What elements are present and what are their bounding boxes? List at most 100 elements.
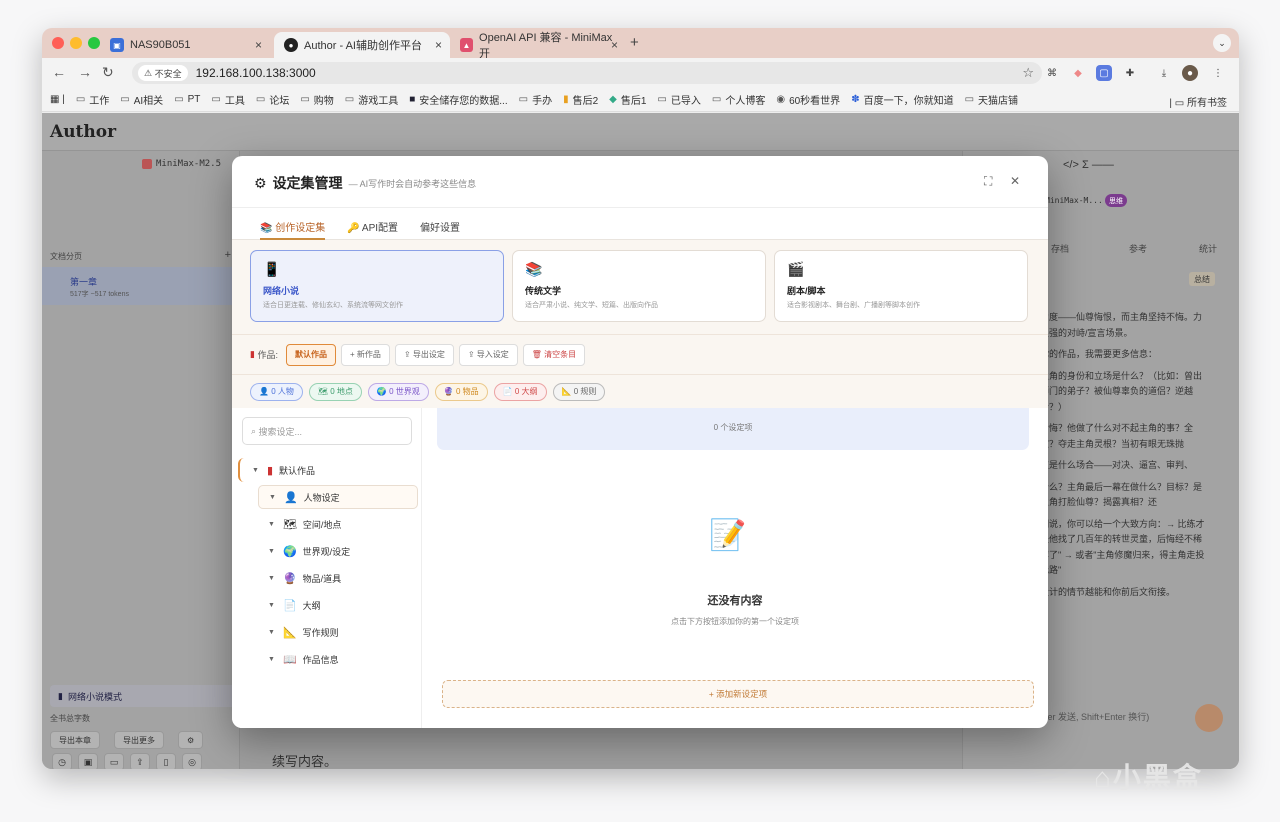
- chapter-item[interactable]: 第一章 517字 ~517 tokens: [42, 267, 240, 305]
- export-chapter-button[interactable]: 导出本章: [50, 731, 100, 749]
- summary-button[interactable]: 总结: [1189, 272, 1215, 286]
- import-settings-button[interactable]: ⇪ 导入设定: [458, 343, 518, 366]
- send-button[interactable]: [1195, 704, 1223, 732]
- add-page-button[interactable]: +: [225, 249, 231, 261]
- puzzle-icon[interactable]: ✚: [1122, 65, 1138, 81]
- minimize-window-button[interactable]: [70, 37, 82, 49]
- bookmark-label: 已导入: [670, 96, 701, 107]
- bookmark-item[interactable]: ◆ 售后1: [609, 92, 646, 107]
- nas-icon: ▣: [110, 38, 124, 52]
- export-more-button[interactable]: 导出更多: [114, 731, 164, 749]
- chip-rules[interactable]: 📐 0 规则: [552, 382, 606, 401]
- history-icon[interactable]: ◷: [52, 753, 72, 769]
- thinking-badge[interactable]: 思维: [1105, 194, 1127, 207]
- github-icon[interactable]: ◎: [182, 753, 202, 769]
- more-menu-icon[interactable]: ⋮: [1210, 65, 1226, 81]
- bookmark-item[interactable]: ▭ 已导入: [657, 92, 700, 107]
- genre-script[interactable]: 🎬 剧本/脚本 适合影视剧本、舞台剧、广播剧等脚本创作: [774, 250, 1028, 322]
- add-setting-button[interactable]: + 添加新设定项: [442, 680, 1034, 708]
- tab-preferences[interactable]: 偏好设置: [420, 208, 460, 240]
- book-icon[interactable]: ▯: [156, 753, 176, 769]
- back-icon[interactable]: ←: [52, 64, 66, 80]
- chat-input-placeholder[interactable]: nter 发送, Shift+Enter 换行): [1040, 710, 1149, 723]
- bookmark-item[interactable]: ▭ 个人博客: [712, 92, 765, 107]
- bookmark-item[interactable]: ▭ 工作: [76, 92, 109, 107]
- phone-icon: ▮: [58, 690, 68, 701]
- close-tab-icon[interactable]: ×: [435, 38, 442, 52]
- chip-worldview[interactable]: 🌍 0 世界观: [367, 382, 429, 401]
- bookmark-item[interactable]: ▮ 售后2: [563, 92, 598, 107]
- bookmark-item[interactable]: ▭ 游戏工具: [345, 92, 398, 107]
- close-window-button[interactable]: [52, 37, 64, 49]
- bookmark-item[interactable]: ■ 安全储存您的数据...: [409, 92, 507, 107]
- bookmark-item[interactable]: ✽ 百度一下，你就知道: [851, 92, 953, 107]
- bookmark-item[interactable]: ▭ PT: [174, 94, 200, 105]
- chat-message: 力度——仙尊悔恨，而主角坚持不悔。力很强的对峙/宣言场景。 你的作品，我需要更多…: [1040, 310, 1210, 606]
- maximize-window-button[interactable]: [88, 37, 100, 49]
- upload-icon[interactable]: ⇪: [130, 753, 150, 769]
- genre-web-novel[interactable]: 📱 网络小说 适合日更连载、修仙玄幻、系统流等网文创作: [250, 250, 504, 322]
- download-icon[interactable]: ⤓: [1156, 65, 1172, 81]
- close-tab-icon[interactable]: ×: [255, 38, 262, 52]
- close-icon[interactable]: ✕: [1010, 174, 1020, 188]
- tree-item-label: 写作规则: [302, 627, 339, 638]
- apps-icon[interactable]: ▦ |: [50, 94, 65, 105]
- current-work-button[interactable]: 默认作品: [285, 343, 336, 366]
- tree-item-worldview[interactable]: ▼ 🌍 世界观/设定: [258, 539, 418, 563]
- tab-api-config[interactable]: 🔑 API配置: [347, 208, 398, 240]
- chip-characters[interactable]: 👤 0 人物: [250, 382, 303, 401]
- bookmark-item[interactable]: ▭ AI相关: [120, 92, 163, 107]
- extension-icon[interactable]: ⌘: [1044, 65, 1060, 81]
- browser-tab-author[interactable]: ● Author - AI辅助创作平台 ×: [274, 32, 450, 58]
- insecure-badge[interactable]: ⚠ 不安全: [138, 65, 188, 81]
- search-input[interactable]: ⌕ 搜索设定...: [242, 417, 412, 445]
- export-settings-button[interactable]: ⇪ 导出设定: [394, 343, 454, 366]
- all-bookmarks[interactable]: | ▭ 所有书签: [1169, 94, 1227, 109]
- tree-item-work-info[interactable]: ▼ 📖 作品信息: [258, 647, 418, 671]
- right-model-label[interactable]: MiniMax-M...: [1045, 196, 1103, 205]
- forward-icon[interactable]: →: [78, 64, 92, 80]
- stats-tab[interactable]: 统计: [1199, 242, 1217, 255]
- folder-icon[interactable]: ▭: [104, 753, 124, 769]
- bookmark-star-icon[interactable]: ☆: [1022, 65, 1034, 81]
- bookmark-item[interactable]: ◉ 60秒看世界: [776, 92, 840, 107]
- tree-root-work[interactable]: ▼ ▮ 默认作品: [238, 458, 418, 482]
- chip-outline[interactable]: 📄 0 大纲: [493, 382, 547, 401]
- bookmark-item[interactable]: ▭ 论坛: [256, 92, 289, 107]
- editor-text[interactable]: 续写内容。: [272, 751, 337, 769]
- model-selector[interactable]: MiniMax-M2.5: [142, 159, 221, 169]
- new-tab-button[interactable]: +: [630, 34, 639, 51]
- bookmark-item[interactable]: ▭ 工具: [211, 92, 244, 107]
- tab-creation-settings[interactable]: 📚 创作设定集: [260, 208, 326, 240]
- fullscreen-icon[interactable]: ⛶: [984, 174, 992, 189]
- bookmark-item[interactable]: ▭ 购物: [300, 92, 333, 107]
- genre-literature[interactable]: 📚 传统文学 适合严肃小说、纯文学、短篇、出版向作品: [512, 250, 766, 322]
- bookmark-label: 购物: [313, 96, 334, 107]
- close-tab-icon[interactable]: ×: [611, 38, 618, 52]
- archive-tab[interactable]: 存档: [1051, 242, 1069, 255]
- reference-tab[interactable]: 参考: [1129, 242, 1147, 255]
- chip-label: 0 大纲: [514, 387, 538, 396]
- chip-items[interactable]: 🔮 0 物品: [434, 382, 488, 401]
- tab-search-button[interactable]: ⌄: [1213, 34, 1231, 52]
- clear-entries-button[interactable]: 🗑 清空条目: [522, 343, 586, 366]
- browser-tab-nas[interactable]: ▣ NAS90B051 ×: [100, 32, 270, 58]
- tree-item-locations[interactable]: ▼ 🗺 空间/地点: [258, 512, 418, 536]
- bookmark-item[interactable]: ▭ 天猫店铺: [965, 92, 1018, 107]
- avatar[interactable]: ●: [1182, 65, 1198, 81]
- browser-tab-minimax[interactable]: ▲ OpenAI API 兼容 - MiniMax 开 ×: [450, 32, 626, 60]
- extension-icon[interactable]: ◆: [1070, 65, 1086, 81]
- extension-icon[interactable]: ▢: [1096, 65, 1112, 81]
- settings-icon[interactable]: ⚙: [178, 731, 204, 749]
- tree-item-characters[interactable]: ▼ 👤 人物设定: [258, 485, 418, 509]
- chip-locations[interactable]: 🗺 0 地点: [308, 382, 362, 401]
- tree-item-outline[interactable]: ▼ 📄 大纲: [258, 593, 418, 617]
- address-bar[interactable]: ⚠ 不安全 192.168.100.138:3000 ☆: [132, 62, 1042, 84]
- bookmark-item[interactable]: ▭ 手办: [519, 92, 552, 107]
- reload-icon[interactable]: ↻: [102, 64, 114, 81]
- editor-tools[interactable]: </> Σ ——: [1063, 159, 1114, 171]
- save-icon[interactable]: ▣: [78, 753, 98, 769]
- new-work-button[interactable]: + 新作品: [340, 343, 390, 366]
- tree-item-items[interactable]: ▼ 🔮 物品/道具: [258, 566, 418, 590]
- tree-item-rules[interactable]: ▼ 📐 写作规则: [258, 620, 418, 644]
